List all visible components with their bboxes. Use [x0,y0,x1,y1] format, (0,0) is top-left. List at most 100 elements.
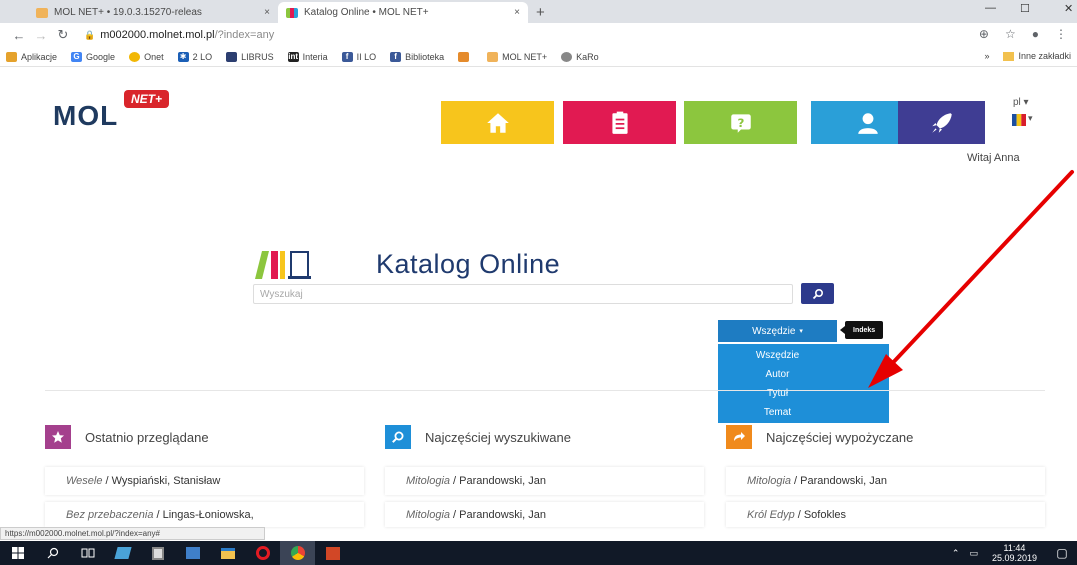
most-borrowed-header: Najczęściej wypożyczane [726,425,913,449]
librus-icon [226,51,238,62]
lock-icon: 🔒 [84,29,96,40]
reload-icon[interactable]: ↻ [52,27,74,43]
windows-start-icon[interactable] [0,541,35,565]
clock[interactable]: 11:44 25.09.2019 [992,543,1037,563]
window-close-icon[interactable]: ✕ [1064,2,1073,15]
section-title: Ostatnio przeglądane [85,429,209,445]
section-title: Najczęściej wyszukiwane [425,429,571,445]
logo-text: MOL [53,100,119,131]
scope-option-subject[interactable]: Temat [718,403,889,422]
magnifier-icon [385,425,411,449]
list-item[interactable]: Mitologia / Parandowski, Jan [385,502,704,527]
clipboard-icon [611,111,628,134]
bookmark-item[interactable]: Aplikacje [6,51,57,62]
bookmark-item[interactable] [458,51,473,62]
tray-chevron-icon[interactable]: ⌃ [952,548,960,559]
scope-option-title[interactable]: Tytuł [718,384,889,403]
zoom-icon[interactable]: ⊕ [979,27,989,41]
calculator-icon[interactable] [140,541,175,565]
powerpoint-icon[interactable] [315,541,350,565]
browser-tab-katalog[interactable]: Katalog Online • MOL NET+ × [278,2,528,23]
scope-option-everywhere[interactable]: Wszędzie [718,346,889,365]
minimize-icon[interactable]: — [985,2,996,14]
address-bar: ← → ↻ 🔒 m002000.molnet.mol.pl /?index=an… [0,23,1077,47]
scope-label: Wszędzie [752,325,796,337]
browser-tab-molnet[interactable]: MOL NET+ • 19.0.3.15270-releas × [28,2,278,23]
list-item[interactable]: Król Edyp / Sofokles [726,502,1045,527]
forward-arrow-icon[interactable]: → [30,28,52,43]
apps-grid-icon [6,51,17,62]
molnet-favicon-icon [487,51,499,62]
bookmark-item[interactable]: int Interia [287,51,328,62]
search-input[interactable] [253,284,793,304]
star-icon: ✱ [177,51,189,62]
menu-dots-icon[interactable]: ⋮ [1055,27,1067,41]
new-tab-button[interactable]: + [528,2,553,23]
list-item[interactable]: Mitologia / Parandowski, Jan [726,467,1045,495]
file-explorer-icon[interactable] [210,541,245,565]
other-bookmarks[interactable]: » Inne zakładki [984,51,1071,61]
flag-dropdown-caret-icon[interactable]: ▾ [1028,113,1033,124]
bookmark-item[interactable]: KaRo [561,51,599,62]
url-path: /?index=any [214,29,275,41]
star-icon [45,425,71,449]
photos-icon[interactable] [175,541,210,565]
bookmark-star-icon[interactable]: ☆ [1005,27,1016,41]
url-domain: m002000.molnet.mol.pl [100,29,215,41]
bookmark-item[interactable]: f II LO [341,51,376,62]
scope-options-menu: Wszędzie Autor Tytuł Temat [718,344,889,423]
most-searched-header: Najczęściej wyszukiwane [385,425,571,449]
flag-icon[interactable] [1012,114,1026,126]
nav-help-button[interactable]: ? [684,101,797,144]
nav-clipboard-button[interactable] [563,101,676,144]
svg-text:?: ? [737,115,744,129]
karo-icon [561,51,573,62]
home-icon [486,112,509,133]
search-scope-dropdown[interactable]: Wszędzie ▾ [718,320,837,342]
back-arrow-icon[interactable]: ← [8,28,30,43]
bookmark-favicon-icon [458,51,470,62]
tab-title: MOL NET+ • 19.0.3.15270-releas [54,7,202,18]
share-arrow-icon [726,425,752,449]
user-icon [857,112,878,134]
recently-viewed-header: Ostatnio przeglądane [45,425,209,449]
help-question-icon: ? [730,113,751,133]
rocket-icon [931,112,952,133]
clock-date: 25.09.2019 [991,553,1037,563]
nav-rocket-button[interactable] [898,101,985,144]
caret-down-icon: ▾ [799,328,803,335]
bookmark-item[interactable]: ✱ 2 LO [177,51,212,62]
bookmark-item[interactable]: MOL NET+ [487,51,547,62]
facebook-icon: f [341,51,353,62]
app-icon[interactable] [105,541,140,565]
task-view-icon[interactable] [70,541,105,565]
list-item[interactable]: Wesele / Wyspiański, Stanisław [45,467,364,495]
catalog-logo-icon [255,251,311,279]
search-icon[interactable] [35,541,70,565]
molnet-logo[interactable]: MOL NET+ [53,90,170,132]
bookmark-item[interactable]: LIBRUS [226,51,274,62]
onet-icon [129,51,141,62]
bookmark-item[interactable]: Onet [129,51,164,62]
network-icon[interactable]: ▭ [969,548,978,559]
list-item[interactable]: Mitologia / Parandowski, Jan [385,467,704,495]
maximize-icon[interactable]: ☐ [1020,2,1030,15]
account-icon[interactable]: ● [1032,27,1039,41]
search-button[interactable] [801,283,834,304]
bookmark-item[interactable]: f Biblioteka [390,51,444,62]
tab-close-icon[interactable]: × [514,7,520,18]
catalog-title: Katalog Online [376,249,561,279]
more-bookmarks-icon[interactable]: » [984,51,989,61]
search-icon [812,288,823,299]
chrome-icon[interactable] [280,541,315,565]
scope-option-author[interactable]: Autor [718,365,889,384]
tab-close-icon[interactable]: × [264,7,270,18]
notifications-icon[interactable]: ▢ [1047,546,1077,560]
url-field[interactable]: 🔒 m002000.molnet.mol.pl /?index=any [84,29,274,41]
bookmark-item[interactable]: G Google [71,51,115,62]
google-icon: G [71,51,83,62]
opera-icon[interactable] [245,541,280,565]
list-item[interactable]: Bez przebaczenia / Lingas-Łoniowska, [45,502,364,527]
nav-home-button[interactable] [441,101,554,144]
language-selector[interactable]: pl ▾ [1013,97,1029,108]
